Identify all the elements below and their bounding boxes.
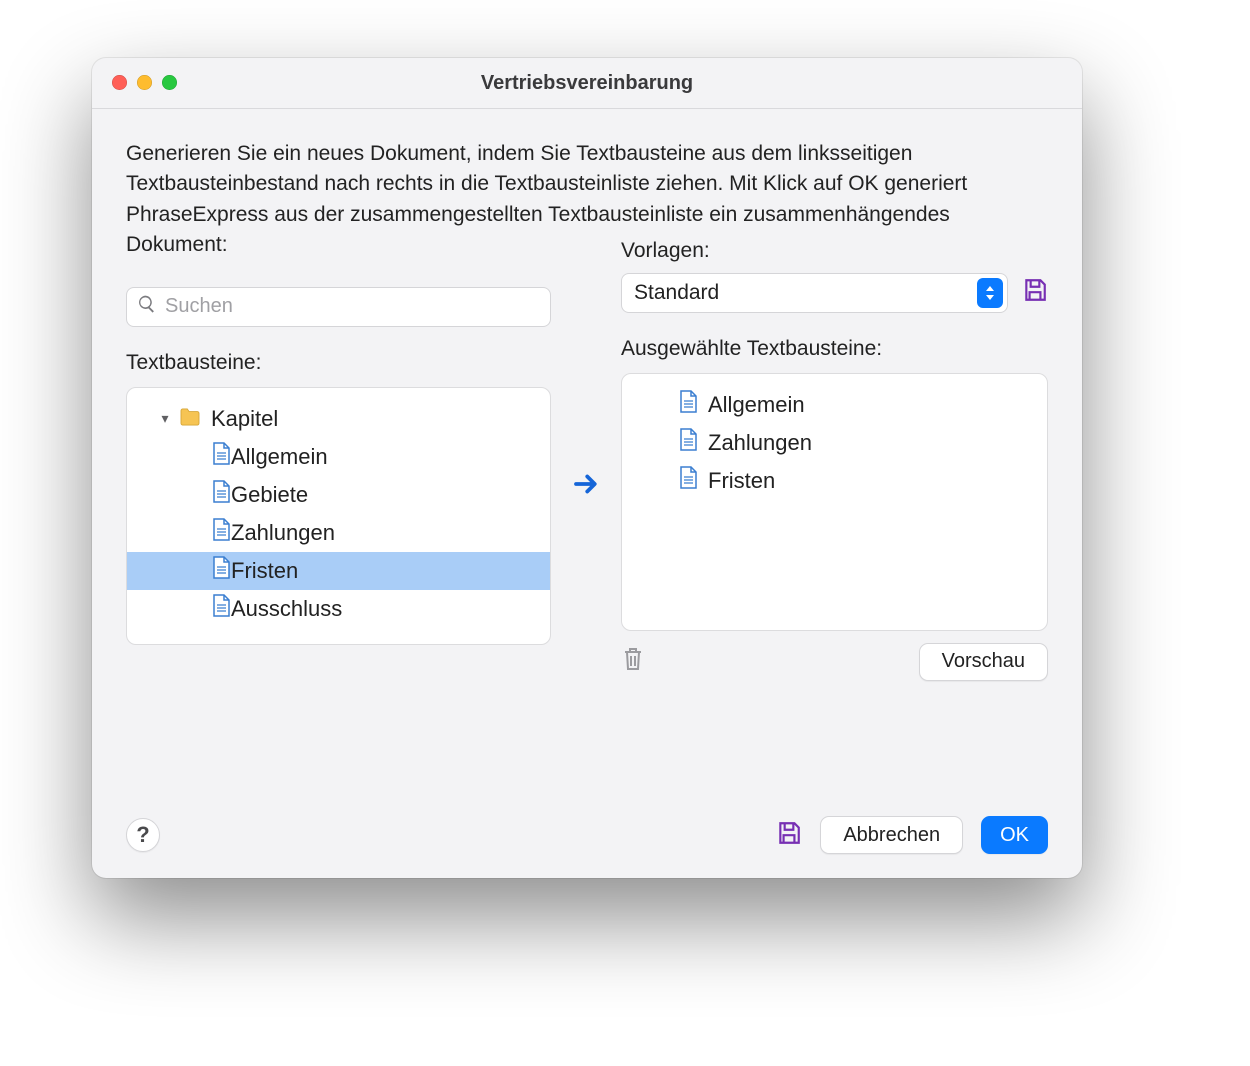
- ok-button-label: OK: [1000, 824, 1029, 847]
- tree-item[interactable]: Ausschluss: [127, 590, 550, 628]
- chevron-down-icon: ▾: [157, 410, 173, 427]
- tree-item-label: Fristen: [231, 558, 298, 584]
- tree-item[interactable]: Zahlungen: [127, 514, 550, 552]
- list-item[interactable]: Fristen: [622, 462, 1047, 500]
- list-item[interactable]: Zahlungen: [622, 424, 1047, 462]
- ok-button[interactable]: OK: [981, 816, 1048, 854]
- document-icon: [678, 466, 708, 496]
- document-icon: [211, 594, 231, 624]
- textbausteine-label: Textbausteine:: [126, 351, 551, 375]
- trash-icon: [621, 645, 645, 673]
- tree-item-label: Allgemein: [231, 444, 328, 470]
- help-button[interactable]: ?: [126, 818, 160, 852]
- save-icon: [776, 820, 802, 846]
- document-icon: [211, 518, 231, 548]
- selected-list[interactable]: Allgemein Zahlungen Fristen: [621, 373, 1048, 631]
- preview-button[interactable]: Vorschau: [919, 643, 1048, 681]
- close-icon[interactable]: [112, 75, 127, 90]
- template-select[interactable]: Standard: [621, 273, 1008, 313]
- list-item-label: Zahlungen: [708, 430, 812, 456]
- tree-item-label: Zahlungen: [231, 520, 335, 546]
- folder-icon: [179, 406, 211, 432]
- document-icon: [211, 480, 231, 510]
- tree-item[interactable]: Allgemein: [127, 438, 550, 476]
- search-input[interactable]: [157, 295, 540, 318]
- selected-label: Ausgewählte Textbausteine:: [621, 337, 1048, 361]
- document-icon: [678, 390, 708, 420]
- window-controls: [112, 75, 177, 90]
- save-icon: [1022, 277, 1048, 303]
- titlebar: Vertriebsvereinbarung: [92, 58, 1082, 109]
- search-field[interactable]: [126, 287, 551, 327]
- tree-item[interactable]: Gebiete: [127, 476, 550, 514]
- list-item-label: Allgemein: [708, 392, 805, 418]
- document-icon: [211, 556, 231, 586]
- tree-item-label: Gebiete: [231, 482, 308, 508]
- tree-folder-label: Kapitel: [211, 406, 278, 432]
- list-item[interactable]: Allgemein: [622, 386, 1047, 424]
- tree-item-label: Ausschluss: [231, 596, 342, 622]
- window-title: Vertriebsvereinbarung: [92, 72, 1082, 95]
- help-icon: ?: [136, 822, 149, 848]
- arrow-right-icon: [571, 469, 601, 499]
- zoom-icon[interactable]: [162, 75, 177, 90]
- dialog-window: Vertriebsvereinbarung Generieren Sie ein…: [92, 58, 1082, 878]
- source-tree[interactable]: ▾ Kapitel Allgemein Gebiete Zahlungen Frist…: [126, 387, 551, 645]
- preview-button-label: Vorschau: [942, 650, 1025, 673]
- tree-folder-kapitel[interactable]: ▾ Kapitel: [127, 400, 550, 438]
- document-icon: [211, 442, 231, 472]
- move-arrow: [551, 287, 621, 681]
- save-template-button[interactable]: [1022, 277, 1048, 308]
- tree-item[interactable]: Fristen: [127, 552, 550, 590]
- cancel-button-label: Abbrechen: [843, 824, 940, 847]
- select-stepper-icon: [977, 278, 1003, 308]
- list-item-label: Fristen: [708, 468, 775, 494]
- templates-label: Vorlagen:: [621, 239, 1048, 263]
- document-icon: [678, 428, 708, 458]
- save-document-button[interactable]: [776, 820, 802, 851]
- minimize-icon[interactable]: [137, 75, 152, 90]
- cancel-button[interactable]: Abbrechen: [820, 816, 963, 854]
- delete-button[interactable]: [621, 645, 645, 678]
- search-icon: [137, 294, 157, 319]
- template-select-value: Standard: [634, 281, 719, 305]
